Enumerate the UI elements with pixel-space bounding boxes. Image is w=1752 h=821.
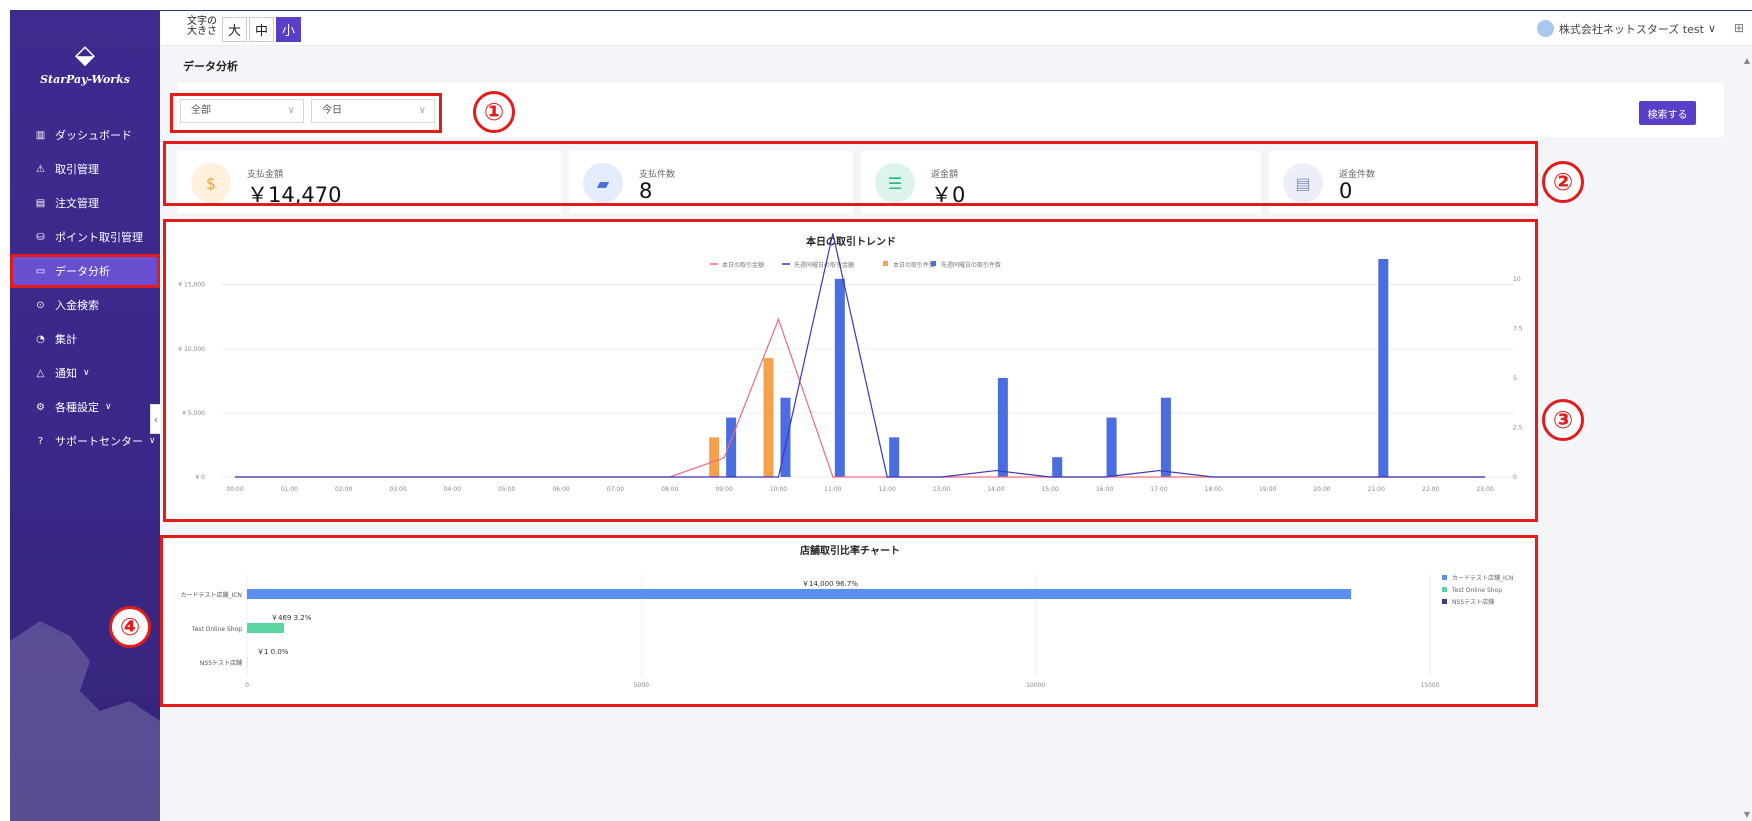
sidebar-item-0[interactable]: ▥ ダッシュボード (10, 118, 160, 152)
sidebar-item-9[interactable]: ? サポートセンター ∨ (10, 424, 160, 458)
sidebar: ⬙ StarPay-Works ▥ ダッシュボード ⚠ 取引管理 ▤ 注文管理 ⛁ ポイント取… (10, 11, 160, 821)
grid-menu-icon[interactable]: ⊞ (1734, 21, 1744, 35)
sidebar-item-label: 通知 (55, 367, 77, 380)
bar-chart-icon: ▥ (35, 129, 46, 141)
clipboard-icon: ▤ (35, 197, 46, 209)
annotation-marker-4: ④ (109, 606, 151, 648)
chevron-down-icon: ∨ (149, 436, 156, 446)
chevron-down-icon: ∨ (1707, 22, 1716, 35)
help-icon: ? (37, 435, 44, 447)
pie-chart-icon: ◔ (36, 333, 45, 345)
settings-icon: ⚙ (36, 401, 45, 413)
period-select-value: 今日 (322, 105, 342, 116)
sidebar-item-label: ダッシュボード (55, 129, 132, 142)
annotation-box-2 (163, 141, 1538, 206)
sidebar-item-label: ポイント取引管理 (55, 231, 143, 244)
top-bar: 文字の大きさ 大 中 小 株式会社ネットスターズ test ∨ ⊞ (160, 11, 1752, 46)
period-select[interactable]: 今日 ∨ (311, 99, 435, 123)
scroll-up-arrow[interactable]: ▲ (1744, 56, 1750, 65)
warning-icon: ⚠ (36, 163, 45, 175)
annotation-marker-2: ② (1542, 161, 1584, 203)
filter-panel: 全部 ∨ 今日 ∨ ① 検索する (170, 83, 1724, 137)
font-size-medium-button[interactable]: 中 (249, 17, 274, 42)
sidebar-item-6[interactable]: ◔ 集計 (10, 322, 160, 356)
sidebar-item-7[interactable]: △ 通知 ∨ (10, 356, 160, 390)
sidebar-item-8[interactable]: ⚙ 各種設定 ∨ (10, 390, 160, 424)
annotation-marker-1: ① (473, 91, 515, 133)
chevron-left-icon: ‹ (153, 412, 159, 426)
monitor-icon: ▭ (35, 265, 46, 277)
app-logo[interactable]: ⬙ StarPay-Works (10, 41, 160, 86)
search-button[interactable]: 検索する (1639, 101, 1696, 125)
avatar (1536, 20, 1554, 37)
sidebar-nav: ▥ ダッシュボード ⚠ 取引管理 ▤ 注文管理 ⛁ ポイント取引管理 ▭ データ分析 ⊙ 入金検索 ◔ 集… (10, 118, 160, 458)
font-size-label: 文字の大きさ (187, 16, 217, 37)
annotation-box-4 (160, 535, 1538, 707)
store-select[interactable]: 全部 ∨ (180, 99, 304, 123)
chevron-down-icon: ∨ (418, 105, 426, 116)
sidebar-item-label: 入金検索 (55, 299, 99, 312)
sidebar-item-2[interactable]: ▤ 注文管理 (10, 186, 160, 220)
logo-text: StarPay-Works (40, 73, 130, 86)
store-select-value: 全部 (191, 105, 211, 116)
chevron-down-icon: ∨ (105, 402, 112, 412)
bell-icon: △ (36, 367, 45, 379)
sidebar-item-4[interactable]: ▭ データ分析 (10, 254, 160, 288)
sidebar-item-1[interactable]: ⚠ 取引管理 (10, 152, 160, 186)
sidebar-item-label: 注文管理 (55, 197, 99, 210)
logo-icon: ⬙ (75, 40, 95, 70)
font-size-small-button[interactable]: 小 (276, 17, 301, 42)
chevron-down-icon: ∨ (83, 368, 90, 378)
sidebar-item-label: 取引管理 (55, 163, 99, 176)
user-menu[interactable]: 株式会社ネットスターズ test ∨ (1536, 20, 1716, 37)
font-size-large-button[interactable]: 大 (222, 17, 247, 42)
page-title: データ分析 (183, 60, 238, 73)
annotation-marker-3: ③ (1542, 399, 1584, 441)
scroll-down-arrow[interactable]: ▼ (1744, 810, 1750, 819)
main-area: 文字の大きさ 大 中 小 株式会社ネットスターズ test ∨ ⊞ ▲ ▼ デー… (160, 11, 1752, 821)
annotation-box-3 (163, 219, 1538, 522)
sidebar-item-label: データ分析 (55, 265, 110, 278)
sidebar-item-3[interactable]: ⛁ ポイント取引管理 (10, 220, 160, 254)
database-icon: ⛁ (36, 231, 45, 243)
sidebar-item-label: 集計 (55, 333, 77, 346)
sidebar-item-label: 各種設定 (55, 401, 99, 414)
chevron-down-icon: ∨ (287, 105, 295, 116)
sidebar-item-5[interactable]: ⊙ 入金検索 (10, 288, 160, 322)
user-name: 株式会社ネットスターズ test (1558, 22, 1704, 36)
sidebar-item-label: サポートセンター (55, 435, 143, 448)
yen-circle-icon: ⊙ (36, 299, 45, 311)
